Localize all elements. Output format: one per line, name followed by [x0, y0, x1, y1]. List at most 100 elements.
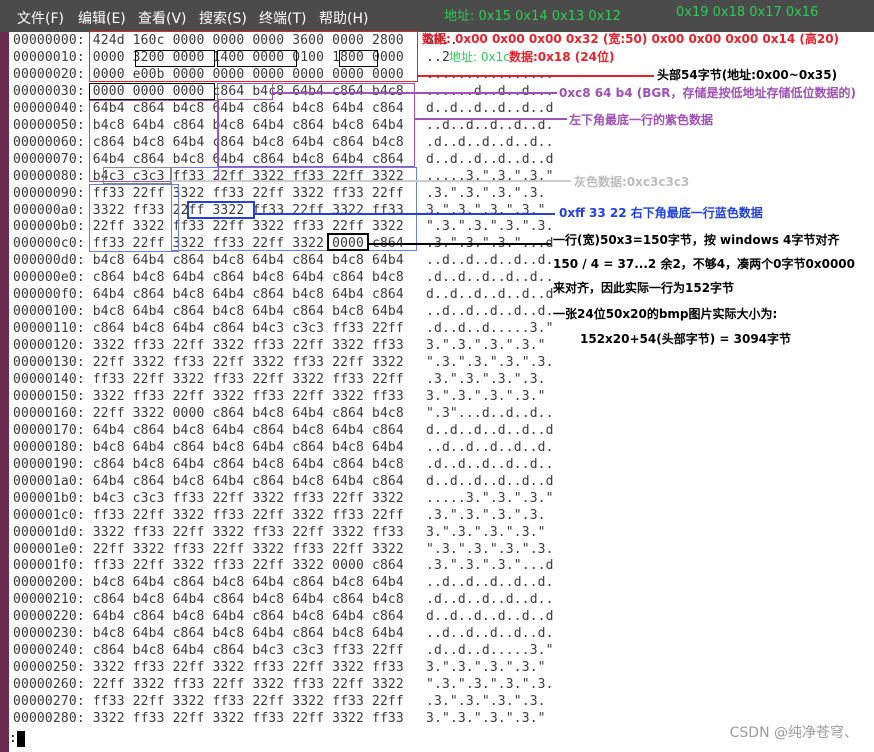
- hex-ascii: ..d..d..d..d..d.: [426, 253, 554, 269]
- hex-bytes: 3322 ff33 22ff 3322 ff33 22ff 3322 ff33: [92, 202, 404, 218]
- hex-offset: 00000060:: [13, 134, 85, 150]
- hexdump-line: 000001c0: ff33 22ff 3322 ff33 22ff 3322 f…: [13, 507, 546, 524]
- hex-offset: 00000280:: [13, 711, 85, 726]
- hex-ascii: 3.".3.".3.".3.": [426, 524, 546, 540]
- hex-bytes: 0000 e00b 0000 0000 0000 0000 0000 0000: [92, 66, 404, 82]
- hex-bytes: 424d 160c 0000 0000 0000 3600 0000 2800: [92, 33, 404, 48]
- hexdump-line: 000001d0: 3322 ff33 22ff 3322 ff33 22ff 3…: [13, 524, 546, 541]
- hex-offset: 00000050:: [13, 117, 85, 133]
- hex-ascii: .d..d..d..d..d..: [426, 456, 554, 472]
- hex-bytes: b4c8 64b4 c864 b4c8 64b4 c864 b4c8 64b4: [92, 117, 404, 133]
- hex-offset: 000001d0:: [13, 524, 85, 540]
- hex-ascii: d..d..d..d..d..d: [426, 609, 554, 625]
- hexdump-line: 00000000: 424d 160c 0000 0000 0000 3600 0…: [13, 32, 458, 49]
- hex-offset: 00000120:: [13, 338, 85, 354]
- hex-offset: 00000180:: [13, 439, 85, 455]
- hexdump-line: 000000a0: 3322 ff33 22ff 3322 ff33 22ff 3…: [13, 202, 546, 219]
- hex-offset: 00000110:: [13, 321, 85, 337]
- bgr-arrow: [273, 92, 557, 94]
- header-fields-note: 数据: 0x00 0x00 0x00 0x32 (宽:50) 0x00 0x00…: [422, 32, 840, 46]
- hex-bytes: 64b4 c864 b4c8 64b4 c864 b4c8 64b4 c864: [92, 287, 404, 303]
- hex-bytes: 22ff 3322 ff33 22ff 3322 ff33 22ff 3322: [92, 355, 404, 371]
- file-size-note-1: 一张24位50x20的bmp图片实际大小为:: [553, 307, 778, 321]
- hexdump-line: 00000020: 0000 e00b 0000 0000 0000 0000 0…: [13, 66, 553, 83]
- hex-offset: 00000200:: [13, 575, 85, 591]
- hex-bytes: 64b4 c864 b4c8 64b4 c864 b4c8 64b4 c864: [92, 100, 404, 116]
- address-hint-left: 地址: 0x15 0x14 0x13 0x12: [444, 9, 621, 24]
- menu-help[interactable]: 帮助(H): [319, 8, 368, 28]
- hexdump-line: 000001f0: ff33 22ff 3322 ff33 22ff 3322 0…: [13, 557, 553, 574]
- hexdump-line: 00000090: ff33 22ff 3322 ff33 22ff 3322 f…: [13, 185, 546, 202]
- hexdump-output: 00000000: 424d 160c 0000 0000 0000 3600 0…: [9, 32, 554, 732]
- hexdump-line: 00000270: ff33 22ff 3322 ff33 22ff 3322 f…: [13, 693, 546, 710]
- hexdump-line: 00000100: b4c8 64b4 c864 b4c8 64b4 c864 b…: [13, 303, 553, 320]
- hex-offset: 00000100:: [13, 304, 85, 320]
- terminal-pane[interactable]: 00000000: 424d 160c 0000 0000 0000 3600 0…: [9, 31, 874, 752]
- hex-ascii: .d..d..d..d..d..: [426, 270, 554, 286]
- hex-bytes: b4c8 64b4 c864 b4c8 64b4 c864 b4c8 64b4: [92, 304, 404, 320]
- menu-search[interactable]: 搜索(S): [199, 8, 247, 28]
- header-arrow: [418, 75, 654, 77]
- file-size-note-2: 152x20+54(头部字节) = 3094字节: [580, 332, 792, 346]
- hexdump-line: 000000f0: 64b4 c864 b4c8 64b4 c864 b4c8 6…: [13, 286, 553, 303]
- hexdump-line: 00000140: ff33 22ff 3322 ff33 22ff 3322 f…: [13, 371, 546, 388]
- bgr-note: 0xc8 64 b4 (BGR，存储是按低地址存储低位数据的): [559, 86, 856, 100]
- hex-bytes: 22ff 3322 ff33 22ff 3322 ff33 22ff 3322: [92, 541, 404, 557]
- gray-arrow: [171, 180, 571, 182]
- padding-arrow: [369, 243, 551, 245]
- hex-offset: 00000040:: [13, 100, 85, 116]
- menu-edit[interactable]: 编辑(E): [78, 8, 126, 28]
- watermark: CSDN @纯净苍穹、: [729, 725, 858, 741]
- hex-bytes: 3322 ff33 22ff 3322 ff33 22ff 3322 ff33: [92, 388, 404, 404]
- menu-file[interactable]: 文件(F): [17, 8, 64, 28]
- hex-offset: 000000e0:: [13, 270, 85, 286]
- blue-arrow: [255, 213, 555, 215]
- addr-1c-note: 地址: 0x1c: [449, 50, 510, 64]
- hex-bytes: c864 b4c8 64b4 c864 b4c8 64b4 c864 b4c8: [92, 456, 404, 472]
- hex-ascii: 3.".3.".3.".3.": [426, 388, 546, 404]
- row-width-note-2: 150 / 4 = 37...2 余2，不够4，凑两个0字节0x0000: [553, 257, 855, 271]
- hex-ascii: .3.".3.".3.".3.: [426, 694, 546, 710]
- purple-row-note: 左下角最底一行的紫色数据: [569, 113, 714, 127]
- hex-offset: 00000150:: [13, 388, 85, 404]
- hex-offset: 000000d0:: [13, 253, 85, 269]
- hex-bytes: c864 b4c8 64b4 c864 b4c3 c3c3 ff33 22ff: [92, 321, 404, 337]
- hex-offset: 000001b0:: [13, 490, 85, 506]
- hex-offset: 000001e0:: [13, 541, 85, 557]
- hex-ascii: ..2: [426, 49, 450, 65]
- hex-bytes: 64b4 c864 b4c8 64b4 c864 b4c8 64b4 c864: [92, 473, 404, 489]
- hex-bytes: c864 b4c8 64b4 c864 b4c8 64b4 c864 b4c8: [92, 134, 404, 150]
- hex-ascii: d..d..d..d..d..d: [426, 422, 554, 438]
- hex-bytes: 64b4 c864 b4c8 64b4 c864 b4c8 64b4 c864: [92, 422, 404, 438]
- hexdump-line: 000001e0: 22ff 3322 ff33 22ff 3322 ff33 2…: [13, 541, 553, 558]
- menu-view[interactable]: 查看(V): [138, 8, 187, 28]
- hex-offset: 000001a0:: [13, 473, 85, 489]
- hex-bytes: b4c8 64b4 c864 b4c8 64b4 c864 b4c8 64b4: [92, 626, 404, 642]
- hex-bytes: ff33 22ff 3322 ff33 22ff 3322 ff33 22ff: [92, 185, 404, 201]
- row-width-note-1: 一行(宽)50x3=150字节，按 windows 4字节对齐: [553, 233, 840, 247]
- hex-offset: 000000a0:: [13, 202, 85, 218]
- hex-offset: 00000140:: [13, 372, 85, 387]
- header-size-note: 头部54字节(地址:0x00~0x35): [657, 68, 838, 82]
- hex-bytes: b4c3 c3c3 ff33 22ff 3322 ff33 22ff 3322: [92, 490, 404, 506]
- hex-ascii: ".3.".3.".3.".3.: [426, 219, 554, 235]
- hex-offset: 00000160:: [13, 405, 85, 421]
- hex-bytes: 3322 ff33 22ff 3322 ff33 22ff 3322 ff33: [92, 711, 404, 726]
- hexdump-line: 00000150: 3322 ff33 22ff 3322 ff33 22ff 3…: [13, 388, 546, 405]
- hexdump-line: 00000060: c864 b4c8 64b4 c864 b4c8 64b4 c…: [13, 134, 553, 151]
- vim-prompt[interactable]: :: [9, 731, 17, 746]
- hex-ascii: ".3.".3.".3.".3.: [426, 541, 554, 557]
- hexdump-line: 000001a0: 64b4 c864 b4c8 64b4 c864 b4c8 6…: [13, 473, 553, 490]
- hex-bytes: 22ff 3322 ff33 22ff 3322 ff33 22ff 3322: [92, 677, 404, 693]
- hex-bytes: ff33 22ff 3322 ff33 22ff 3322 ff33 22ff: [92, 694, 404, 710]
- hex-offset: 00000090:: [13, 185, 85, 201]
- hexdump-line: 00000010: 0000 3200 0000 1400 0000 0100 1…: [13, 49, 450, 66]
- hex-ascii: ..d..d..d..d..d.: [426, 304, 554, 320]
- hex-bytes: ff33 22ff 3322 ff33 22ff 3322 0000 c864: [92, 236, 404, 252]
- menu-terminal[interactable]: 终端(T): [259, 8, 306, 28]
- hex-bytes: 22ff 3322 ff33 22ff 3322 ff33 22ff 3322: [92, 219, 404, 235]
- hex-ascii: 3.".3.".3.".3.": [426, 711, 546, 726]
- hexdump-line: 00000250: 3322 ff33 22ff 3322 ff33 22ff 3…: [13, 659, 546, 676]
- purple-arrow: [415, 118, 567, 120]
- hexdump-line: 00000110: c864 b4c8 64b4 c864 b4c3 c3c3 f…: [13, 320, 553, 337]
